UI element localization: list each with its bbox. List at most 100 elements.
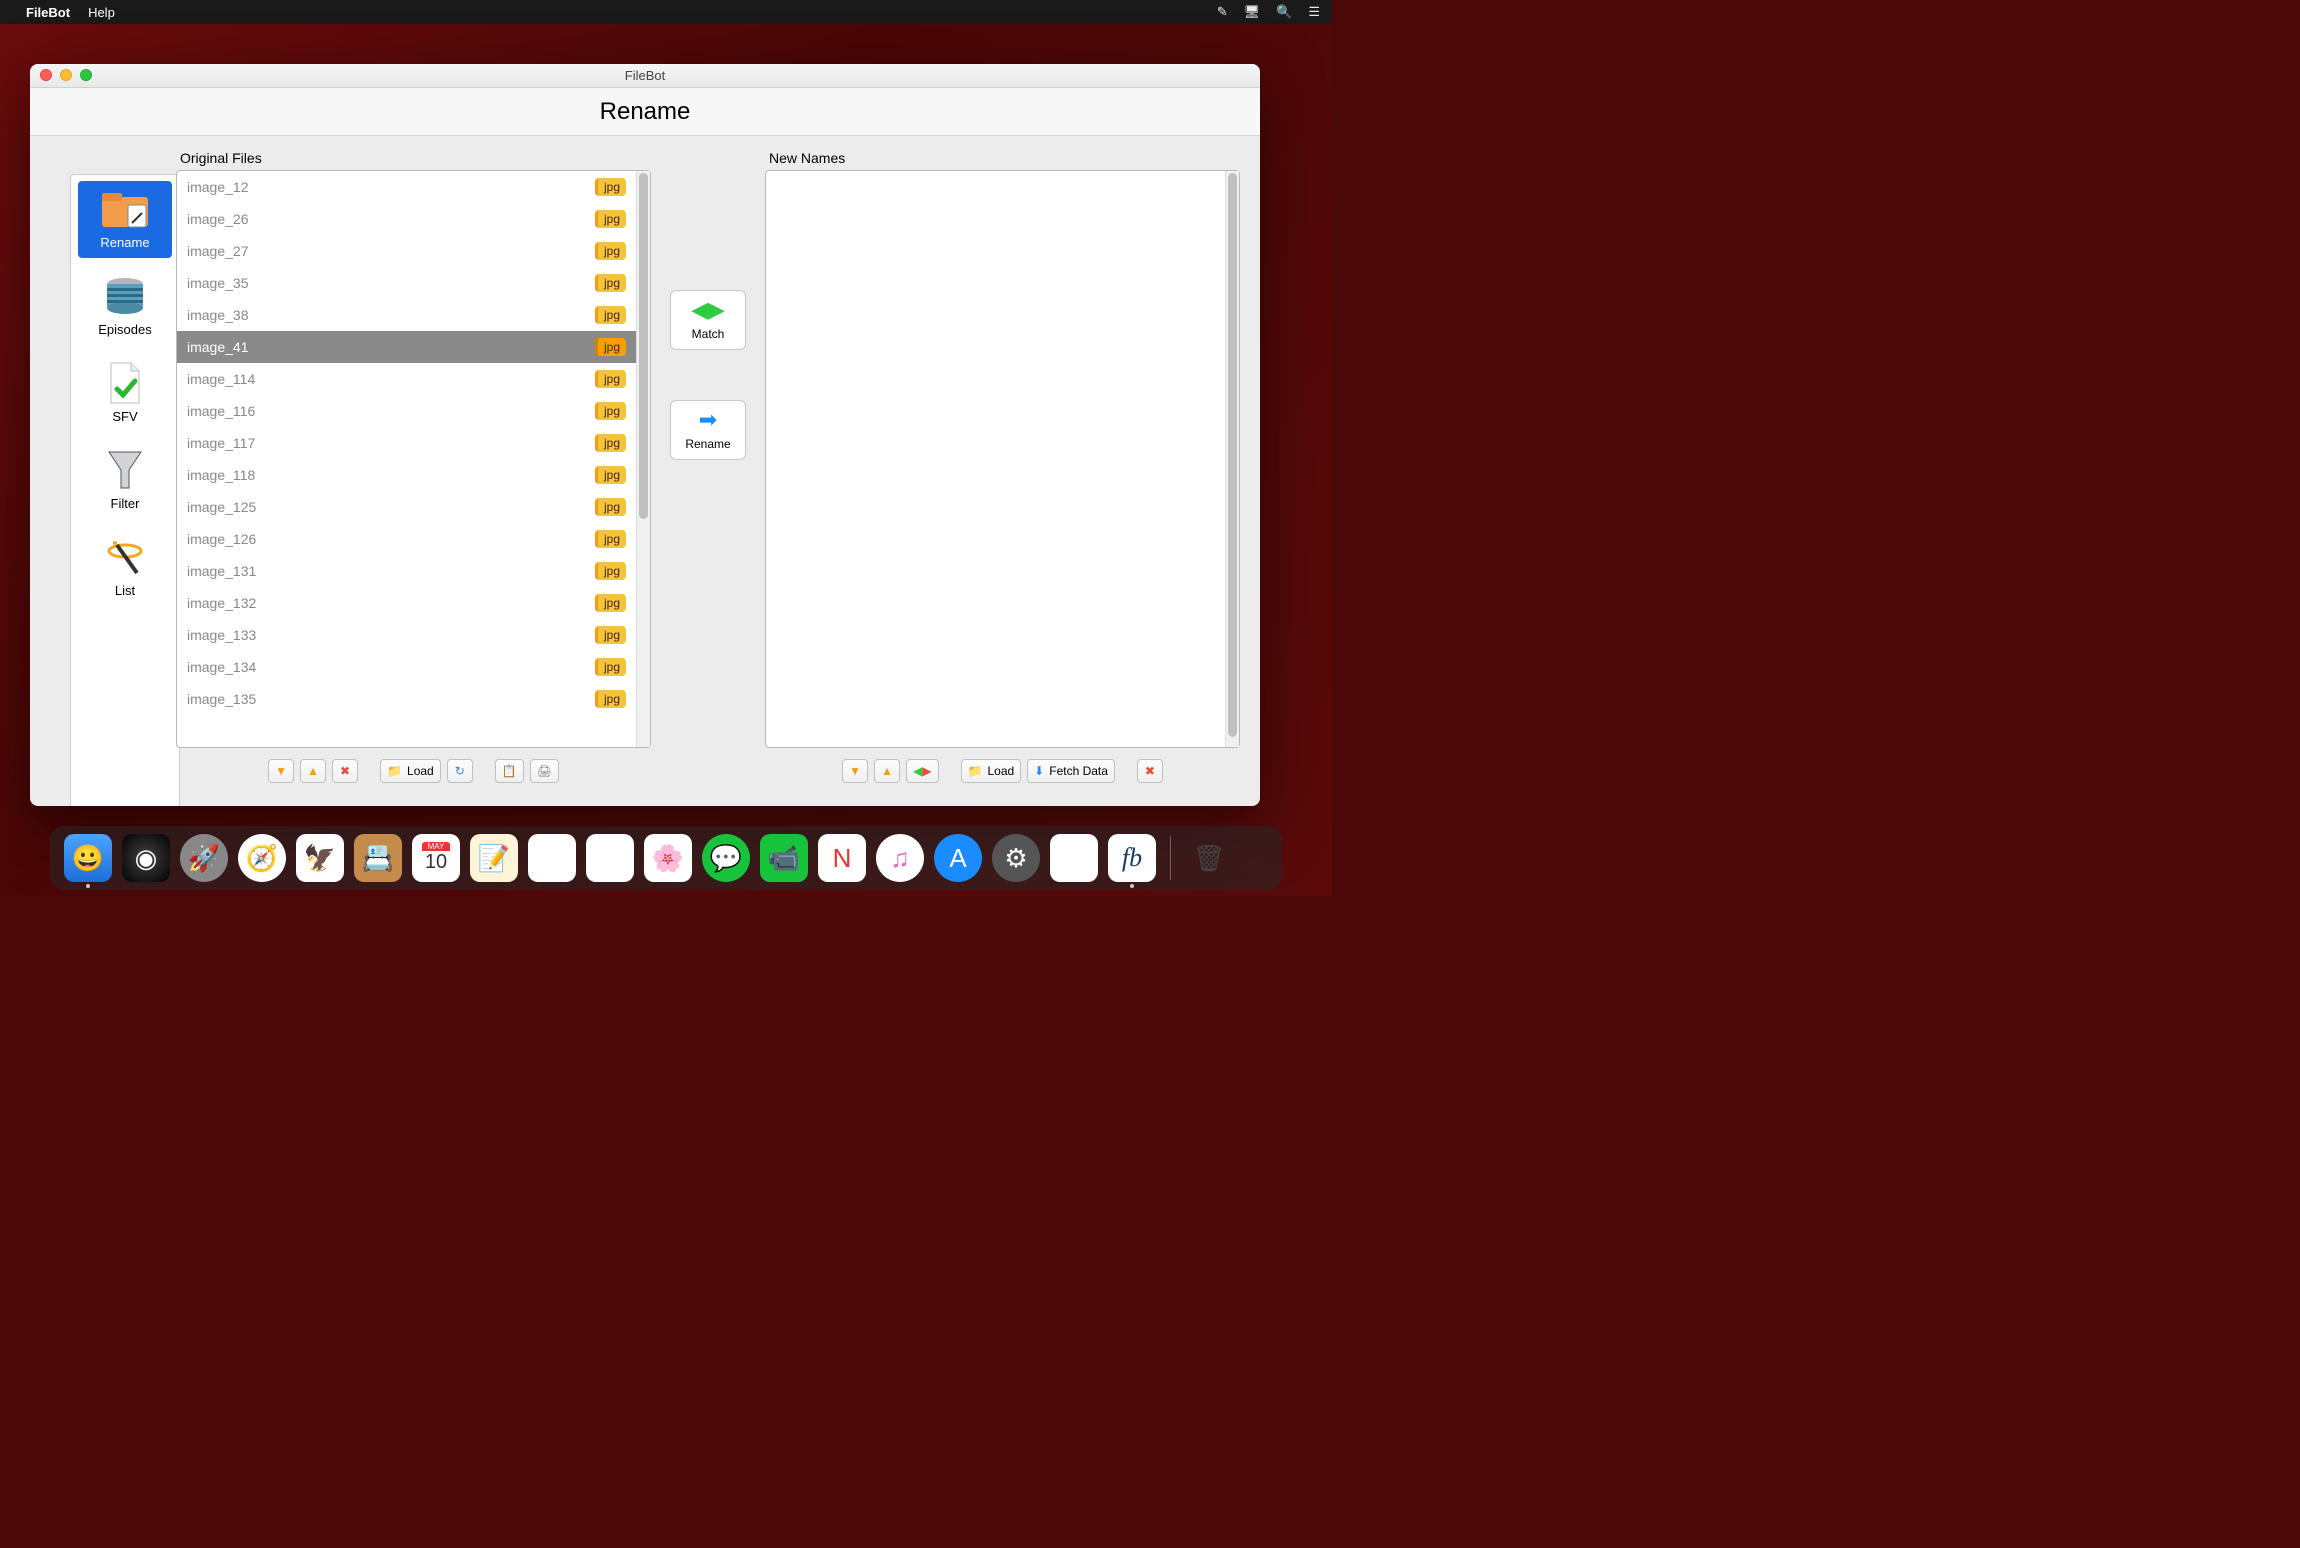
file-extension-badge: jpg xyxy=(595,274,626,292)
folder-icon: 📁 xyxy=(968,764,983,778)
help-menu[interactable]: Help xyxy=(88,5,115,20)
file-extension-badge: jpg xyxy=(595,466,626,484)
file-row[interactable]: image_131jpg xyxy=(177,555,636,587)
file-extension-badge: jpg xyxy=(595,434,626,452)
wrench-icon: ✖ xyxy=(1145,764,1155,778)
sidebar-item-episodes[interactable]: Episodes xyxy=(78,268,172,345)
file-row[interactable]: image_118jpg xyxy=(177,459,636,491)
move-down-button[interactable]: ▼ xyxy=(268,759,294,783)
file-extension-badge: jpg xyxy=(595,306,626,324)
file-row[interactable]: image_41jpg xyxy=(177,331,636,363)
file-row[interactable]: image_35jpg xyxy=(177,267,636,299)
dock: 😀 ◉ 🚀 🧭 🦅 📇 MAY10 📝 ☑ 🗺 🌸 💬 📹 N ♫ A ⚙ ✏ … xyxy=(50,826,1282,890)
file-row[interactable]: image_117jpg xyxy=(177,427,636,459)
new-names-panel: New Names ▼ ▲ ◀▶ 📁Load ⬇Fetch Data ✖ xyxy=(765,150,1240,786)
spotlight-icon[interactable]: 🔍 xyxy=(1276,4,1292,20)
file-extension-badge: jpg xyxy=(595,626,626,644)
tools-button[interactable]: ✖ xyxy=(1137,759,1163,783)
sidebar-item-list[interactable]: List xyxy=(78,529,172,606)
file-row[interactable]: image_135jpg xyxy=(177,683,636,715)
fetch-label: Fetch Data xyxy=(1049,764,1108,778)
file-row[interactable]: image_116jpg xyxy=(177,395,636,427)
file-row[interactable]: image_27jpg xyxy=(177,235,636,267)
load-label: Load xyxy=(407,764,434,778)
new-names-list[interactable] xyxy=(765,170,1240,748)
dock-calendar[interactable]: MAY10 xyxy=(412,834,460,882)
dock-system-preferences[interactable]: ⚙ xyxy=(992,834,1040,882)
clipboard-button[interactable]: 📋 xyxy=(495,759,524,783)
print-button[interactable]: 🖨 xyxy=(530,759,559,783)
sidebar-item-rename[interactable]: Rename xyxy=(78,181,172,258)
remove-icon: ✖ xyxy=(340,764,350,778)
load-button[interactable]: 📁Load xyxy=(961,759,1022,783)
dock-maps[interactable]: 🗺 xyxy=(586,834,634,882)
titlebar[interactable]: FileBot xyxy=(30,64,1260,88)
file-row[interactable]: image_114jpg xyxy=(177,363,636,395)
dock-launchpad[interactable]: 🚀 xyxy=(180,834,228,882)
folder-rename-icon xyxy=(98,187,152,231)
fetch-data-button[interactable]: ⬇Fetch Data xyxy=(1027,759,1115,783)
file-row[interactable]: image_26jpg xyxy=(177,203,636,235)
scrollbar-thumb[interactable] xyxy=(1228,173,1237,737)
dock-trash[interactable]: 🗑 xyxy=(1185,834,1233,882)
dock-filebot[interactable]: fb xyxy=(1108,834,1156,882)
file-row[interactable]: image_133jpg xyxy=(177,619,636,651)
move-up-button[interactable]: ▲ xyxy=(874,759,900,783)
zoom-button[interactable] xyxy=(80,69,92,81)
close-button[interactable] xyxy=(40,69,52,81)
load-button[interactable]: 📁Load xyxy=(380,759,441,783)
dock-siri[interactable]: ◉ xyxy=(122,834,170,882)
dock-messages[interactable]: 💬 xyxy=(702,834,750,882)
file-row[interactable]: image_134jpg xyxy=(177,651,636,683)
minimize-button[interactable] xyxy=(60,69,72,81)
middle-actions: ◀▶ Match ➡ Rename xyxy=(665,150,751,786)
dock-mail[interactable]: 🦅 xyxy=(296,834,344,882)
move-up-button[interactable]: ▲ xyxy=(300,759,326,783)
dock-news[interactable]: N xyxy=(818,834,866,882)
file-row[interactable]: image_132jpg xyxy=(177,587,636,619)
file-name: image_131 xyxy=(187,563,595,579)
remove-button[interactable]: ✖ xyxy=(332,759,358,783)
refresh-button[interactable]: ↻ xyxy=(447,759,473,783)
sidebar-item-label: Episodes xyxy=(98,322,151,337)
dock-notes[interactable]: 📝 xyxy=(470,834,518,882)
move-down-button[interactable]: ▼ xyxy=(842,759,868,783)
sidebar-item-label: SFV xyxy=(112,409,137,424)
file-name: image_27 xyxy=(187,243,595,259)
file-row[interactable]: image_38jpg xyxy=(177,299,636,331)
file-row[interactable]: image_12jpg xyxy=(177,171,636,203)
printer-icon: 🖨 xyxy=(537,764,552,778)
scrollbar[interactable] xyxy=(636,171,650,747)
file-name: image_135 xyxy=(187,691,595,707)
dock-finder[interactable]: 😀 xyxy=(64,834,112,882)
original-files-list[interactable]: image_12jpgimage_26jpgimage_27jpgimage_3… xyxy=(176,170,651,748)
funnel-icon xyxy=(98,448,152,492)
dock-safari[interactable]: 🧭 xyxy=(238,834,286,882)
scrollbar-thumb[interactable] xyxy=(639,173,648,519)
file-name: image_133 xyxy=(187,627,595,643)
dock-photos[interactable]: 🌸 xyxy=(644,834,692,882)
dock-itunes[interactable]: ♫ xyxy=(876,834,924,882)
window-title: FileBot xyxy=(625,68,665,83)
file-row[interactable]: image_125jpg xyxy=(177,491,636,523)
dock-contacts[interactable]: 📇 xyxy=(354,834,402,882)
sidebar-item-sfv[interactable]: SFV xyxy=(78,355,172,432)
dock-textedit[interactable]: ✏ xyxy=(1050,834,1098,882)
file-extension-badge: jpg xyxy=(595,498,626,516)
dock-reminders[interactable]: ☑ xyxy=(528,834,576,882)
scrollbar[interactable] xyxy=(1225,171,1239,747)
input-menu-icon[interactable]: ✎ xyxy=(1217,4,1228,20)
notification-center-icon[interactable]: ☰ xyxy=(1308,4,1320,20)
match-label: Match xyxy=(692,327,725,341)
match-button[interactable]: ◀▶ Match xyxy=(670,290,746,350)
dock-appstore[interactable]: A xyxy=(934,834,982,882)
dock-facetime[interactable]: 📹 xyxy=(760,834,808,882)
display-menu-icon[interactable]: 🖥 xyxy=(1244,4,1261,20)
app-menu[interactable]: FileBot xyxy=(26,5,70,20)
file-row[interactable]: image_126jpg xyxy=(177,523,636,555)
file-extension-badge: jpg xyxy=(595,530,626,548)
sidebar-item-filter[interactable]: Filter xyxy=(78,442,172,519)
rename-button[interactable]: ➡ Rename xyxy=(670,400,746,460)
swap-button[interactable]: ◀▶ xyxy=(906,759,938,783)
document-check-icon xyxy=(98,361,152,405)
